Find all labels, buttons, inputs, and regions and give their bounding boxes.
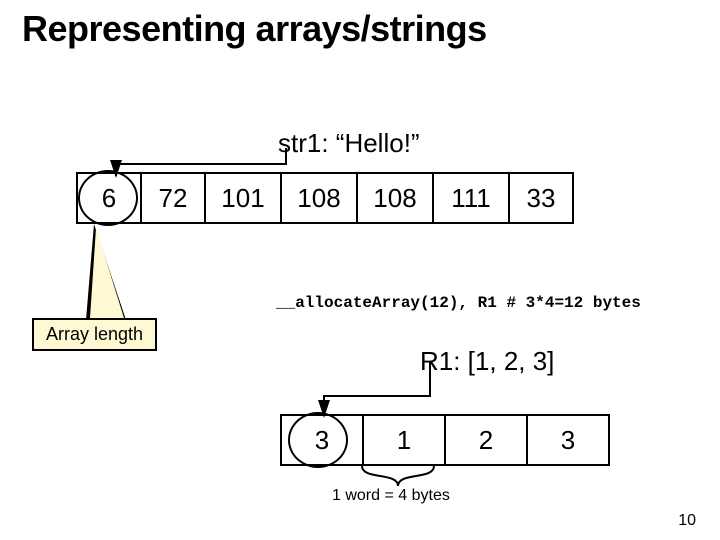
string-cell: 108 <box>357 173 433 223</box>
string-caption: str1: “Hello!” <box>278 128 420 159</box>
r1-caption: R1: [1, 2, 3] <box>420 346 554 377</box>
page-number: 10 <box>678 512 696 530</box>
string-cell: 72 <box>141 173 205 223</box>
word-size-note: 1 word = 4 bytes <box>332 487 450 505</box>
string-cell: 111 <box>433 173 509 223</box>
callout-triangle-icon <box>90 228 124 318</box>
string-memory-table: 6 72 101 108 108 111 33 <box>76 172 574 224</box>
string-cell: 101 <box>205 173 281 223</box>
length-circle-icon <box>288 412 348 468</box>
r1-cell: 3 <box>527 415 609 465</box>
slide-title: Representing arrays/strings <box>22 8 487 50</box>
array-length-callout: Array length <box>32 318 157 351</box>
r1-cell: 2 <box>445 415 527 465</box>
string-cell: 108 <box>281 173 357 223</box>
r1-cell: 1 <box>363 415 445 465</box>
length-circle-icon <box>78 170 138 226</box>
alloc-code-text: __allocateArray(12), R1 # 3*4=12 bytes <box>276 294 641 312</box>
string-cell: 33 <box>509 173 573 223</box>
